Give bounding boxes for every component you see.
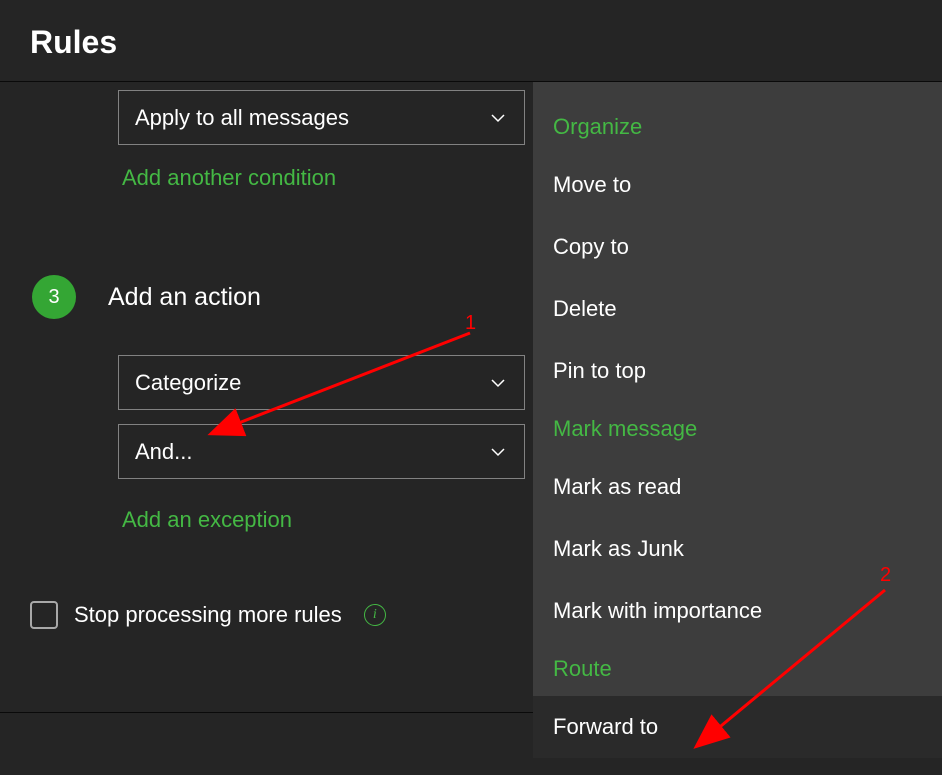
menu-header-mark: Mark message [533, 402, 942, 456]
menu-item-copy-to[interactable]: Copy to [533, 216, 942, 278]
condition-dropdown-value: Apply to all messages [135, 105, 349, 131]
info-icon[interactable]: i [364, 604, 386, 626]
menu-header-route: Route [533, 642, 942, 696]
step-label: Add an action [108, 283, 261, 312]
add-condition-link[interactable]: Add another condition [122, 165, 336, 191]
menu-item-mark-as-read[interactable]: Mark as read [533, 456, 942, 518]
condition-dropdown[interactable]: Apply to all messages [118, 90, 525, 145]
menu-item-pin-to-top[interactable]: Pin to top [533, 340, 942, 402]
action-dropdown-1-value: Categorize [135, 370, 241, 396]
menu-item-move-to[interactable]: Move to [533, 154, 942, 216]
action-dropdown-2-value: And... [135, 439, 192, 465]
menu-item-delete[interactable]: Delete [533, 278, 942, 340]
menu-header-organize: Organize [533, 100, 942, 154]
bottom-divider [0, 712, 533, 713]
action-dropdown-categorize[interactable]: Categorize [118, 355, 525, 410]
page-title: Rules [0, 0, 942, 81]
chevron-down-icon [488, 442, 508, 462]
step-number-badge: 3 [32, 275, 76, 319]
stop-processing-label: Stop processing more rules [74, 602, 342, 628]
chevron-down-icon [488, 108, 508, 128]
menu-item-mark-as-junk[interactable]: Mark as Junk [533, 518, 942, 580]
chevron-down-icon [488, 373, 508, 393]
content-area: Apply to all messages Add another condit… [0, 82, 942, 758]
step-3-row: 3 Add an action [32, 275, 533, 319]
menu-item-forward-to[interactable]: Forward to [533, 696, 942, 758]
add-exception-link[interactable]: Add an exception [122, 507, 292, 533]
stop-processing-row: Stop processing more rules i [30, 601, 533, 629]
left-panel: Apply to all messages Add another condit… [0, 82, 533, 758]
action-dropdown-and[interactable]: And... [118, 424, 525, 479]
action-menu-panel: Organize Move to Copy to Delete Pin to t… [533, 82, 942, 758]
menu-item-mark-importance[interactable]: Mark with importance [533, 580, 942, 642]
stop-processing-checkbox[interactable] [30, 601, 58, 629]
